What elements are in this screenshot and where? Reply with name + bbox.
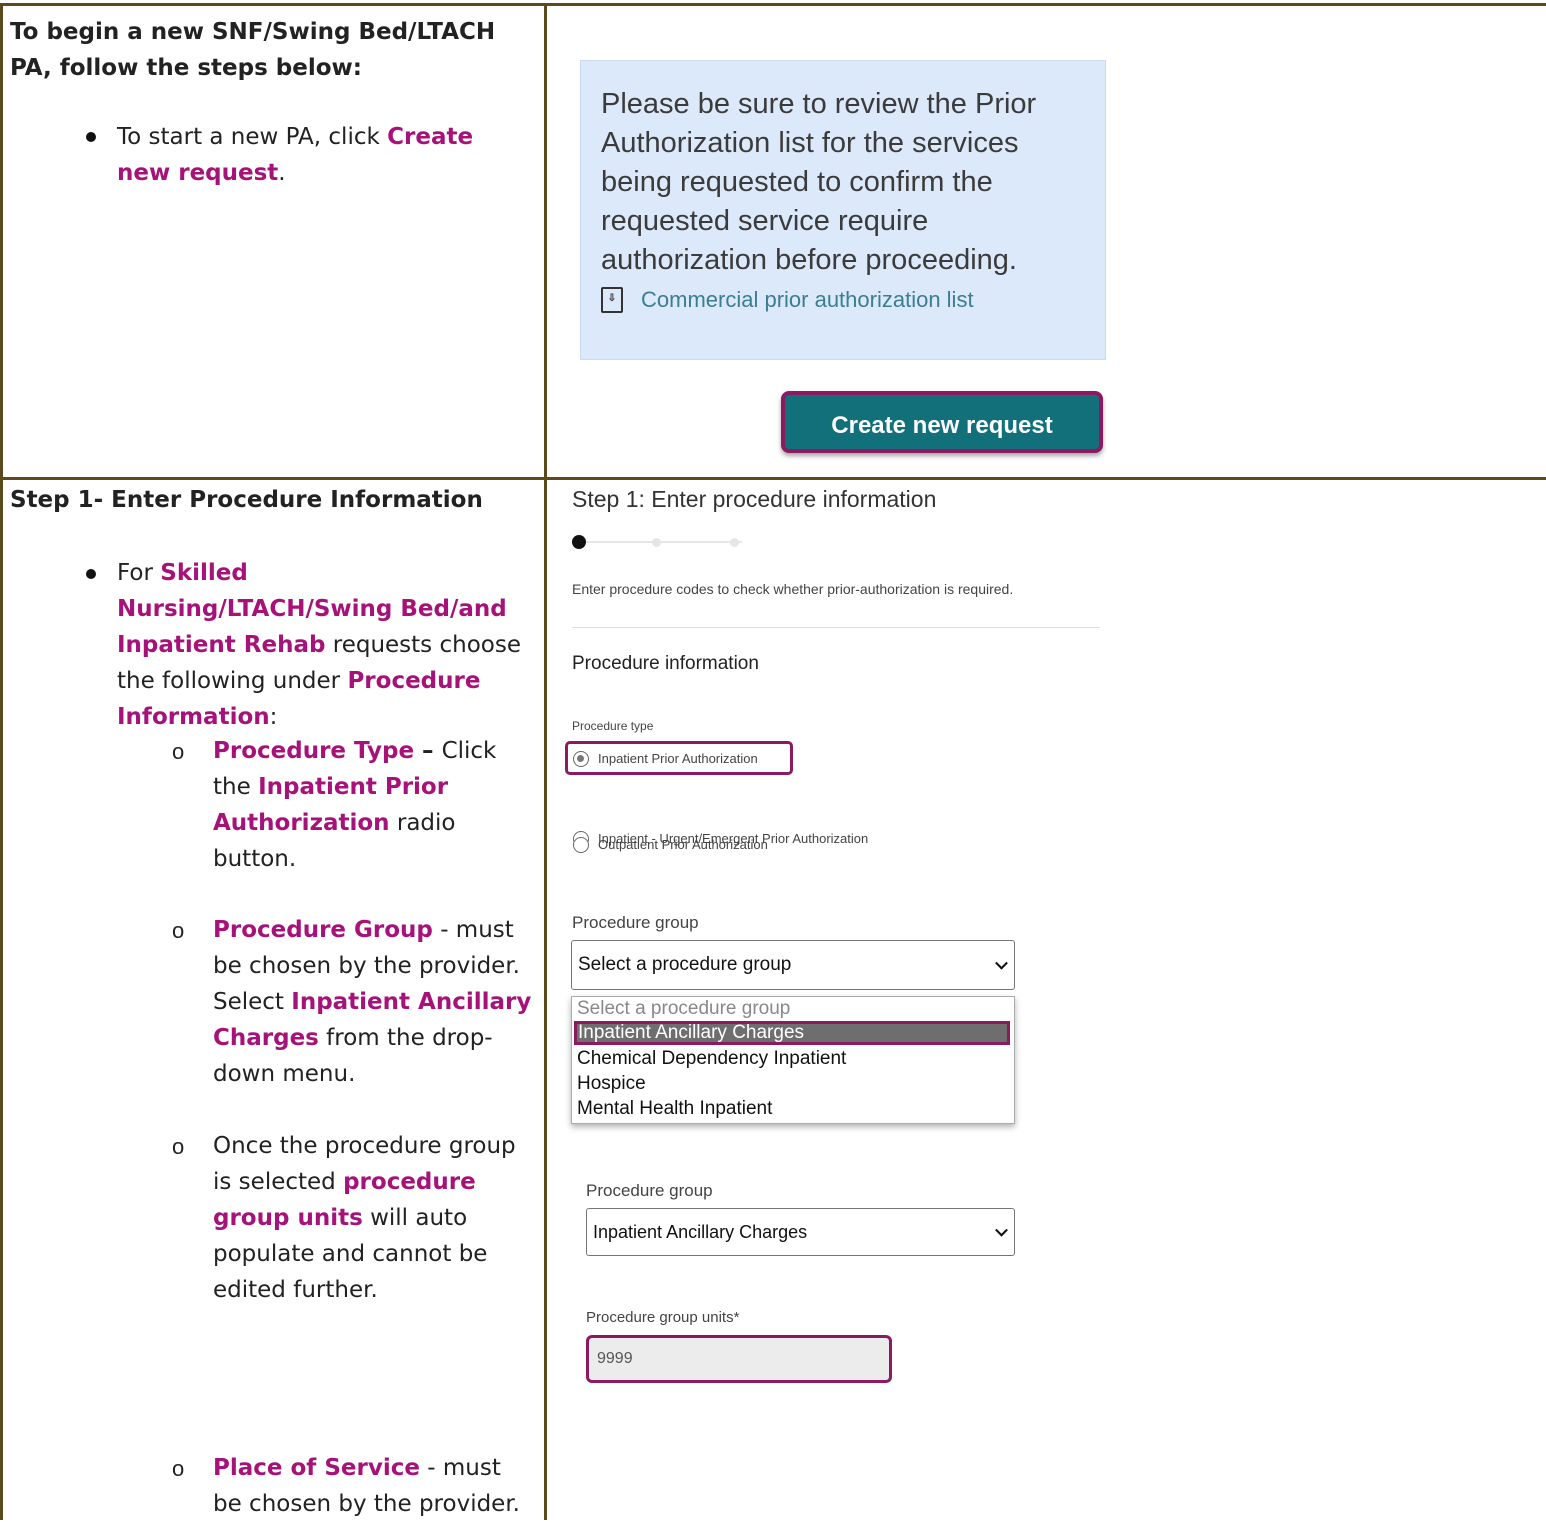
table-border-middle — [544, 3, 547, 1520]
prior-auth-list-link[interactable]: ⇩ Commercial prior authorization list — [601, 287, 974, 313]
pdf-icon: ⇩ — [601, 287, 623, 313]
b1-pre: For — [117, 560, 161, 586]
row1-bullet-post: . — [278, 160, 286, 186]
dropdown-option[interactable]: Select a procedure group — [577, 997, 790, 1021]
sub-step-procedure-group: Procedure Group - must be chosen by the … — [213, 912, 533, 1092]
chevron-down-icon — [995, 956, 1008, 970]
procedure-group-select-value: Select a procedure group — [578, 954, 792, 975]
procedure-type-label: Procedure type — [572, 719, 654, 733]
row1-heading: To begin a new SNF/Swing Bed/LTACH PA, f… — [10, 19, 496, 81]
step1-help-text: Enter procedure codes to check whether p… — [572, 581, 1014, 597]
sub-step-group-units: Once the procedure group is selected pro… — [213, 1128, 533, 1308]
step-dot-active — [572, 535, 586, 549]
procedure-group-select[interactable]: Select a procedure group — [571, 940, 1015, 990]
step-line — [586, 541, 742, 543]
procedure-group-label: Procedure group — [572, 913, 699, 932]
dropdown-option[interactable]: Hospice — [577, 1072, 646, 1096]
bullet-icon — [86, 132, 96, 142]
sub-bullet-icon: o — [172, 1456, 185, 1481]
dropdown-option[interactable]: Mental Health Inpatient — [577, 1097, 772, 1121]
step1-title: Step 1: Enter procedure information — [572, 486, 937, 512]
sub-step-procedure-type: Procedure Type – Click the Inpatient Pri… — [213, 733, 523, 877]
radio-outpatient-prior-auth[interactable] — [573, 837, 589, 853]
section-divider — [572, 627, 1100, 628]
radio-label-0: Inpatient Prior Authorization — [598, 751, 758, 766]
sub-bullet-icon: o — [172, 1134, 185, 1159]
dropdown-option-highlighted[interactable]: Inpatient Ancillary Charges — [574, 1021, 1010, 1045]
s4-mag: Place of Service — [213, 1455, 420, 1481]
table-border-top — [0, 3, 1546, 6]
chevron-down-icon — [995, 1223, 1008, 1237]
procedure-group-select-filled[interactable]: Inpatient Ancillary Charges — [586, 1208, 1015, 1256]
step-dot-3 — [730, 538, 739, 547]
b1-post: : — [269, 704, 278, 730]
procedure-group-label-2: Procedure group — [586, 1181, 713, 1200]
table-border-left — [0, 3, 3, 1520]
table-border-row — [0, 477, 1546, 480]
sub-bullet-icon: o — [172, 918, 185, 943]
sub-step-place-of-service: Place of Service - must be chosen by the… — [213, 1450, 533, 1522]
progress-stepper — [572, 535, 742, 549]
row2-bullet-text: For Skilled Nursing/LTACH/Swing Bed/and … — [117, 555, 527, 735]
procedure-group-selected-value: Inpatient Ancillary Charges — [593, 1222, 808, 1242]
notice-text: Please be sure to review the Prior Autho… — [601, 88, 1037, 276]
s2-mag: Procedure Group — [213, 917, 433, 943]
step-dot-2 — [652, 538, 661, 547]
prior-auth-list-link-label: Commercial prior authorization list — [641, 287, 974, 312]
s1-mag: Procedure Type — [213, 738, 415, 764]
create-new-request-button[interactable]: Create new request — [781, 391, 1103, 453]
procedure-group-dropdown: Select a procedure group Inpatient Ancil… — [571, 996, 1015, 1124]
procedure-group-units-label: Procedure group units* — [586, 1309, 740, 1326]
s1-dash: – — [414, 738, 442, 764]
procedure-group-units-field: 9999 — [586, 1335, 892, 1383]
row1-bullet-pre: To start a new PA, click — [117, 124, 388, 150]
row1-bullet-text: To start a new PA, click Create new requ… — [117, 119, 517, 191]
sub-bullet-icon: o — [172, 739, 185, 764]
prior-auth-notice: Please be sure to review the Prior Autho… — [580, 60, 1106, 360]
dropdown-option[interactable]: Chemical Dependency Inpatient — [577, 1047, 846, 1071]
bullet-icon — [86, 569, 96, 579]
procedure-information-heading: Procedure information — [572, 653, 759, 674]
document-table: To begin a new SNF/Swing Bed/LTACH PA, f… — [0, 0, 1546, 1520]
radio-inpatient-prior-auth[interactable] — [573, 751, 589, 767]
radio-label-2: Outpatient Prior Authorization — [598, 837, 768, 852]
row2-heading: Step 1- Enter Procedure Information — [10, 487, 483, 513]
